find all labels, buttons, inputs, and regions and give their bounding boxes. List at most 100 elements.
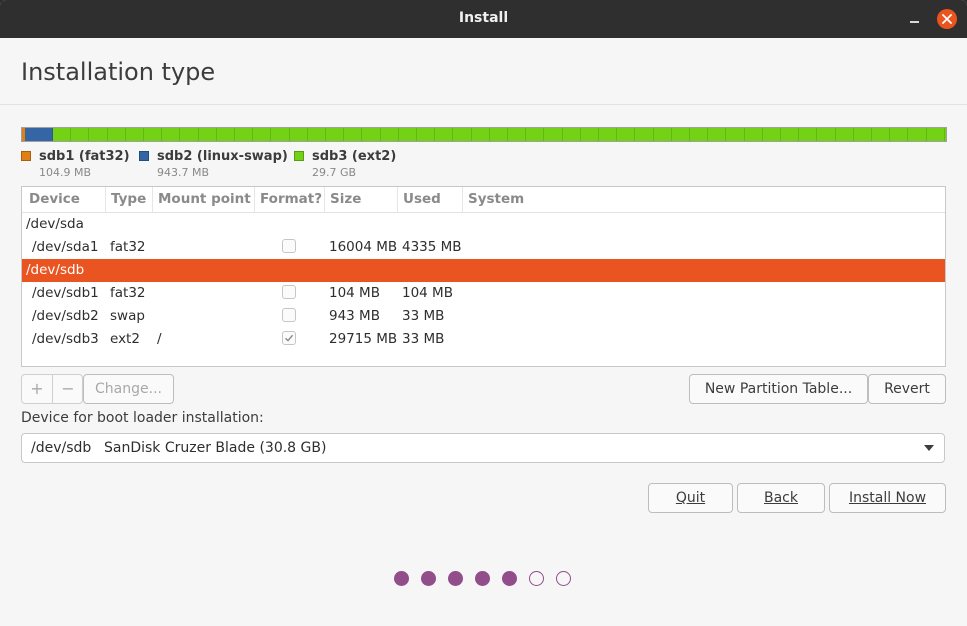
disk-bar-tick — [215, 128, 217, 141]
quit-button[interactable]: Quit — [648, 483, 733, 513]
legend-swatch — [294, 151, 304, 161]
disk-bar-tick — [834, 128, 836, 141]
back-button[interactable]: Back — [737, 483, 825, 513]
disk-bar-tick — [143, 128, 144, 141]
row-type: fat32 — [110, 285, 146, 301]
column-divider — [397, 187, 398, 212]
row-device: /dev/sda1 — [32, 239, 99, 255]
table-row[interactable]: /dev/sdb — [22, 259, 945, 282]
minimize-button[interactable] — [905, 8, 923, 28]
disk-bar-tick — [488, 128, 490, 141]
row-used: 33 MB — [402, 308, 445, 324]
row-used: 33 MB — [402, 331, 445, 347]
table-row[interactable]: /dev/sdb3 ext2 / 29715 MB 33 MB — [22, 328, 945, 351]
disk-bar-tick — [197, 128, 199, 141]
table-row[interactable]: /dev/sdb2 swap 943 MB 33 MB — [22, 305, 945, 328]
disk-bar-tick — [598, 128, 599, 141]
disk-bar-tick — [925, 128, 927, 141]
column-size[interactable]: Size — [330, 191, 361, 207]
column-format[interactable]: Format? — [260, 191, 322, 207]
disk-bar-tick — [379, 128, 381, 141]
quit-label: Quit — [675, 490, 706, 506]
column-type[interactable]: Type — [111, 191, 146, 207]
row-type: fat32 — [110, 239, 146, 255]
format-checkbox[interactable] — [282, 239, 296, 253]
add-partition-button[interactable]: + — [22, 375, 52, 403]
column-device[interactable]: Device — [29, 191, 80, 207]
disk-bar-tick — [52, 128, 53, 141]
progress-dot-complete — [502, 571, 517, 586]
column-divider — [462, 187, 463, 212]
title-bar: Install — [0, 0, 967, 38]
row-device: /dev/sdb2 — [32, 308, 99, 324]
disk-segment-sdb2 — [25, 128, 54, 141]
disk-bar-tick — [270, 128, 272, 141]
disk-bar-tick — [707, 128, 709, 141]
row-device: /dev/sdb1 — [32, 285, 99, 301]
disk-bar-tick — [343, 128, 345, 141]
partition-table[interactable]: Device Type Mount point Format? Size Use… — [21, 186, 946, 367]
disk-bar-tick — [361, 128, 363, 141]
new-partition-table-button[interactable]: New Partition Table... — [689, 374, 868, 404]
disk-bar-tick — [525, 128, 527, 141]
legend-swatch — [21, 151, 31, 161]
format-checkbox[interactable] — [282, 285, 296, 299]
install-now-label: Install Now — [848, 490, 927, 506]
disk-bar-tick — [871, 128, 872, 141]
disk-bar-tick — [543, 128, 545, 141]
row-size: 943 MB — [329, 308, 380, 324]
row-size: 16004 MB — [329, 239, 398, 255]
disk-bar-tick — [434, 128, 436, 141]
checkmark-icon — [285, 334, 294, 342]
page-title: Installation type — [21, 58, 216, 86]
disk-bar-tick — [161, 128, 163, 141]
disk-bar-tick — [507, 128, 508, 141]
back-label: Back — [764, 490, 798, 506]
disk-bar-tick — [943, 128, 945, 141]
column-system[interactable]: System — [468, 191, 524, 207]
disk-bar-tick — [306, 128, 308, 141]
progress-dot-complete — [394, 571, 409, 586]
disk-bar-tick — [70, 128, 72, 141]
column-divider — [105, 187, 106, 212]
disk-bar-tick — [288, 128, 290, 141]
add-remove-group: + − — [21, 374, 83, 404]
disk-bar-tick — [743, 128, 745, 141]
table-row[interactable]: /dev/sdb1 fat32 104 MB 104 MB — [22, 282, 945, 305]
disk-usage-bar — [21, 127, 947, 142]
row-device: /dev/sdb3 — [32, 331, 99, 347]
table-row[interactable]: /dev/sda — [22, 213, 945, 236]
disk-bar-tick — [816, 128, 818, 141]
format-checkbox[interactable] — [282, 331, 296, 345]
legend-size: 943.7 MB — [157, 166, 210, 179]
column-used[interactable]: Used — [403, 191, 441, 207]
revert-button[interactable]: Revert — [868, 374, 946, 404]
column-mount-point[interactable]: Mount point — [158, 191, 251, 207]
change-partition-button[interactable]: Change... — [83, 374, 174, 404]
column-divider — [324, 187, 325, 212]
disk-bar-tick — [234, 128, 235, 141]
progress-dot-pending — [556, 571, 571, 586]
close-button[interactable] — [937, 9, 957, 29]
boot-device-path: /dev/sdb — [31, 440, 92, 456]
window-title: Install — [458, 10, 509, 26]
disk-bar-tick — [761, 128, 763, 141]
install-now-button[interactable]: Install Now — [829, 483, 946, 513]
format-checkbox[interactable] — [282, 308, 296, 322]
installer-window: Install Installation type sdb1 (fat32) 10… — [0, 0, 967, 626]
remove-partition-button[interactable]: − — [53, 375, 83, 403]
legend-label: sdb3 (ext2) — [312, 149, 397, 164]
disk-bar-tick — [325, 128, 326, 141]
disk-bar-tick — [561, 128, 563, 141]
column-divider — [254, 187, 255, 212]
header-separator — [0, 104, 967, 105]
legend-size: 104.9 MB — [39, 166, 92, 179]
legend-size: 29.7 GB — [312, 166, 357, 179]
row-type: ext2 — [110, 331, 140, 347]
table-row[interactable]: /dev/sda1 fat32 16004 MB 4335 MB — [22, 236, 945, 259]
row-type: swap — [110, 308, 145, 324]
boot-loader-select[interactable]: /dev/sdb SanDisk Cruzer Blade (30.8 GB) — [21, 433, 945, 463]
disk-bar-tick — [452, 128, 454, 141]
row-size: 29715 MB — [329, 331, 398, 347]
table-header: Device Type Mount point Format? Size Use… — [22, 187, 945, 213]
